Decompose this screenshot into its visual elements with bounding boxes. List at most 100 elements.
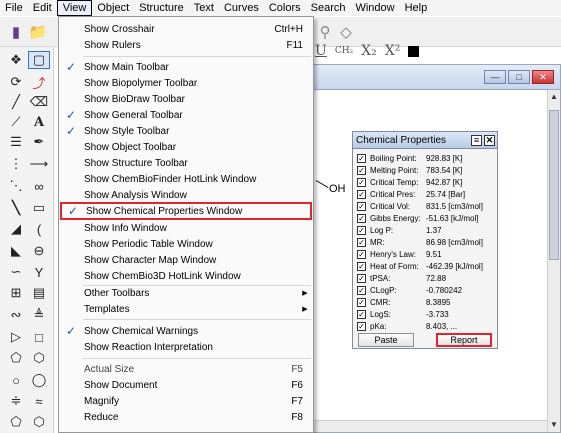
- hexagon-ring-icon[interactable]: ⬡: [28, 349, 50, 367]
- menu-item-show-character-map[interactable]: Show Character Map Window: [60, 252, 312, 268]
- chair-alt-ring-icon[interactable]: ≈: [28, 392, 50, 410]
- menu-help[interactable]: Help: [400, 0, 433, 16]
- chair-ring-icon[interactable]: ≑: [5, 392, 27, 410]
- dashed-bond-icon[interactable]: ⋮: [5, 155, 27, 173]
- pentagon-alt-ring-icon[interactable]: ⬠: [5, 413, 27, 431]
- square-ring-icon[interactable]: □: [28, 328, 50, 346]
- acyclic-chain-icon[interactable]: ≜: [28, 306, 50, 324]
- menu-item-show-analysis-window[interactable]: Show Analysis Window: [60, 187, 312, 203]
- menu-item-show-chemical-warnings[interactable]: ✓ Show Chemical Warnings: [60, 323, 312, 339]
- chemical-properties-window[interactable]: Chemical Properties ≡ ✕ ✓ Boiling Point: 9…: [352, 131, 498, 349]
- triangle-ring-icon[interactable]: ▷: [5, 328, 27, 346]
- arrow-tool-icon[interactable]: ⟶: [28, 155, 50, 173]
- charge-icon[interactable]: ⊖: [28, 242, 50, 260]
- benzene-ring-icon[interactable]: ⬡: [28, 413, 50, 431]
- zoom-icon[interactable]: ⚲: [315, 22, 335, 42]
- property-checkbox[interactable]: ✓: [357, 226, 366, 235]
- chain-icon[interactable]: ∾: [5, 306, 27, 324]
- pentagon-ring-icon[interactable]: ⬠: [5, 349, 27, 367]
- menu-item-show-structure-toolbar[interactable]: Show Structure Toolbar: [60, 155, 312, 171]
- menu-item-other-toolbars[interactable]: Other Toolbars ▶: [60, 285, 312, 301]
- subscript-button[interactable]: X₂: [361, 43, 377, 59]
- menu-item-show-crosshair[interactable]: Show Crosshair Ctrl+H: [60, 21, 312, 37]
- drawing-elements-icon[interactable]: ▭: [28, 199, 50, 217]
- bracket-icon[interactable]: (: [28, 220, 50, 238]
- minimize-icon[interactable]: —: [484, 70, 506, 84]
- cyclohexane-ring-icon[interactable]: ○: [5, 371, 27, 389]
- options-icon[interactable]: ≡: [471, 134, 482, 146]
- single-bond-icon[interactable]: ╱: [5, 93, 27, 111]
- tlc-plate-icon[interactable]: ▤: [28, 284, 50, 302]
- menu-item-show-biodraw-toolbar[interactable]: Show BioDraw Toolbar: [60, 91, 312, 107]
- menu-structure[interactable]: Structure: [134, 0, 189, 16]
- chemical-properties-titlebar[interactable]: Chemical Properties ≡ ✕: [353, 132, 497, 149]
- menu-edit[interactable]: Edit: [28, 0, 57, 16]
- open-folder-icon[interactable]: 📁: [28, 22, 48, 42]
- cyclopentane-ring-icon[interactable]: ◯: [28, 371, 50, 389]
- marquee-icon[interactable]: ▢: [28, 51, 50, 69]
- table-icon[interactable]: ⊞: [5, 284, 27, 302]
- maximize-icon[interactable]: □: [508, 70, 530, 84]
- wedge-bond-icon[interactable]: ◢: [5, 220, 27, 238]
- new-document-icon[interactable]: ▮: [6, 22, 26, 42]
- menu-item-show-chembio3d-hotlink[interactable]: Show ChemBio3D HotLink Window: [60, 268, 312, 284]
- property-checkbox[interactable]: ✓: [357, 262, 366, 271]
- property-checkbox[interactable]: ✓: [357, 190, 366, 199]
- menu-item-show-rulers[interactable]: Show Rulers F11: [60, 37, 312, 53]
- menu-item-show-main-toolbar[interactable]: ✓ Show Main Toolbar: [60, 59, 312, 75]
- property-checkbox[interactable]: ✓: [357, 178, 366, 187]
- property-checkbox[interactable]: ✓: [357, 154, 366, 163]
- structure-perspective-icon[interactable]: ⤴: [28, 73, 50, 91]
- menu-item-show-object-toolbar[interactable]: Show Object Toolbar: [60, 139, 312, 155]
- hydroxyl-atom-label[interactable]: OH: [329, 183, 346, 195]
- scroll-thumb[interactable]: [549, 110, 559, 260]
- menu-item-show-info-window[interactable]: Show Info Window: [60, 220, 312, 236]
- menu-item-show-style-toolbar[interactable]: ✓ Show Style Toolbar: [60, 123, 312, 139]
- property-checkbox[interactable]: ✓: [357, 250, 366, 259]
- menu-item-show-reaction-interpretation[interactable]: Show Reaction Interpretation: [60, 339, 312, 355]
- vertical-scrollbar[interactable]: ▲ ▼: [547, 90, 560, 432]
- scroll-down-icon[interactable]: ▼: [548, 418, 560, 432]
- menu-item-reduce[interactable]: Reduce F8: [60, 409, 312, 425]
- orbital-icon[interactable]: ∞: [28, 177, 50, 195]
- pen-icon[interactable]: ✒: [28, 133, 50, 151]
- superscript-button[interactable]: X²: [385, 43, 401, 59]
- menu-file[interactable]: File: [0, 0, 28, 16]
- scroll-up-icon[interactable]: ▲: [548, 90, 560, 104]
- close-icon[interactable]: ✕: [532, 70, 554, 84]
- menu-search[interactable]: Search: [306, 0, 351, 16]
- property-checkbox[interactable]: ✓: [357, 202, 366, 211]
- formula-style-button[interactable]: CH₂: [335, 46, 353, 56]
- hashed-bond-icon[interactable]: ⋱: [5, 177, 27, 195]
- triple-bond-icon[interactable]: ☰: [5, 133, 27, 151]
- menu-text[interactable]: Text: [189, 0, 219, 16]
- diamond-icon[interactable]: ◇: [336, 22, 356, 42]
- menu-item-show-biopolymer-toolbar[interactable]: Show Biopolymer Toolbar: [60, 75, 312, 91]
- menu-item-show-chembiofinder-hotlink[interactable]: Show ChemBioFinder HotLink Window: [60, 171, 312, 187]
- menu-object[interactable]: Object: [92, 0, 134, 16]
- property-checkbox[interactable]: ✓: [357, 286, 366, 295]
- menu-colors[interactable]: Colors: [264, 0, 306, 16]
- lasso-icon[interactable]: ❖: [5, 51, 27, 69]
- menu-item-templates[interactable]: Templates ▶: [60, 301, 312, 317]
- menu-item-magnify[interactable]: Magnify F7: [60, 393, 312, 409]
- menu-item-actual-size[interactable]: Actual Size F5: [60, 361, 312, 377]
- underline-button[interactable]: U: [315, 43, 327, 59]
- eraser-icon[interactable]: ⌫: [28, 93, 50, 111]
- wavy-bond-icon[interactable]: ∽: [5, 263, 27, 281]
- report-button[interactable]: Report: [436, 333, 492, 347]
- menu-window[interactable]: Window: [350, 0, 399, 16]
- bold-bond-icon[interactable]: ╲: [5, 199, 27, 217]
- document-titlebar[interactable]: — □ ✕: [311, 65, 560, 90]
- property-checkbox[interactable]: ✓: [357, 310, 366, 319]
- property-checkbox[interactable]: ✓: [357, 274, 366, 283]
- property-checkbox[interactable]: ✓: [357, 322, 366, 331]
- menu-item-show-chemical-properties[interactable]: ✓ Show Chemical Properties Window: [60, 202, 312, 220]
- wedge-hashed-bond-icon[interactable]: ◣: [5, 242, 27, 260]
- double-bond-icon[interactable]: ⟋: [5, 113, 27, 131]
- menu-curves[interactable]: Curves: [219, 0, 264, 16]
- paste-button[interactable]: Paste: [358, 333, 414, 347]
- menu-item-show-periodic-table[interactable]: Show Periodic Table Window: [60, 236, 312, 252]
- property-checkbox[interactable]: ✓: [357, 166, 366, 175]
- rotate-icon[interactable]: ⟳: [5, 73, 27, 91]
